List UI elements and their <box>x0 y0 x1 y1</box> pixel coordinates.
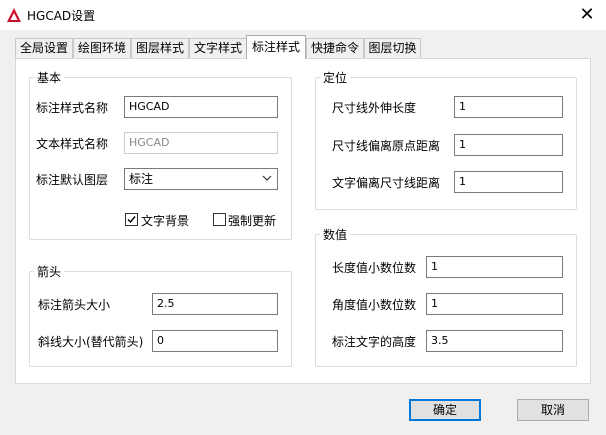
window-title: HGCAD设置 <box>27 9 96 23</box>
dim-style-name-label: 标注样式名称 <box>36 101 109 115</box>
force-update-checkbox[interactable] <box>213 213 226 226</box>
default-layer-value: 标注 <box>129 172 154 186</box>
origin-offset-label: 尺寸线偏离原点距离 <box>332 139 441 153</box>
chevron-down-icon <box>262 175 272 181</box>
tab-text-style[interactable]: 文字样式 <box>189 38 247 58</box>
oblique-size-input[interactable]: 0 <box>152 330 278 352</box>
group-arrow <box>29 271 292 367</box>
angle-decimals-input[interactable]: 1 <box>426 293 563 315</box>
close-icon[interactable]: ✕ <box>568 0 606 30</box>
dim-style-name-input[interactable]: HGCAD <box>124 96 278 118</box>
text-background-label: 文字背景 <box>141 214 190 228</box>
hgcad-logo-icon <box>7 8 21 22</box>
text-background-checkbox[interactable] <box>125 213 138 226</box>
text-height-label: 标注文字的高度 <box>332 335 417 349</box>
group-basic-legend: 基本 <box>34 69 65 86</box>
extension-length-label: 尺寸线外伸长度 <box>332 101 417 115</box>
text-style-name-label: 文本样式名称 <box>36 137 109 151</box>
arrow-size-input[interactable]: 2.5 <box>152 293 278 315</box>
tab-layer-switch[interactable]: 图层切换 <box>364 38 421 58</box>
text-offset-label: 文字偏离尺寸线距离 <box>332 176 441 190</box>
oblique-size-label: 斜线大小(替代箭头) <box>38 335 144 349</box>
force-update-label: 强制更新 <box>228 214 277 228</box>
default-layer-select[interactable]: 标注 <box>124 168 278 190</box>
cancel-button[interactable]: 取消 <box>517 399 589 421</box>
arrow-size-label: 标注箭头大小 <box>38 298 111 312</box>
text-height-input[interactable]: 3.5 <box>426 330 563 352</box>
group-numeric-legend: 数值 <box>320 226 351 243</box>
text-style-name-input: HGCAD <box>124 132 278 154</box>
origin-offset-input[interactable]: 1 <box>454 134 563 156</box>
tab-dimension-style[interactable]: 标注样式 <box>246 35 306 59</box>
tab-shortcut-commands[interactable]: 快捷命令 <box>306 38 364 58</box>
tab-global-settings[interactable]: 全局设置 <box>15 38 73 58</box>
group-position-legend: 定位 <box>320 69 351 86</box>
text-offset-input[interactable]: 1 <box>454 171 563 193</box>
checkmark-icon <box>127 216 136 224</box>
group-arrow-legend: 箭头 <box>34 263 65 280</box>
length-decimals-label: 长度值小数位数 <box>332 261 417 275</box>
ok-button[interactable]: 确定 <box>409 399 481 421</box>
angle-decimals-label: 角度值小数位数 <box>332 298 417 312</box>
length-decimals-input[interactable]: 1 <box>426 256 563 278</box>
extension-length-input[interactable]: 1 <box>454 96 563 118</box>
default-layer-label: 标注默认图层 <box>36 173 109 187</box>
tab-layer-style[interactable]: 图层样式 <box>131 38 189 58</box>
tab-drawing-env[interactable]: 绘图环境 <box>73 38 131 58</box>
